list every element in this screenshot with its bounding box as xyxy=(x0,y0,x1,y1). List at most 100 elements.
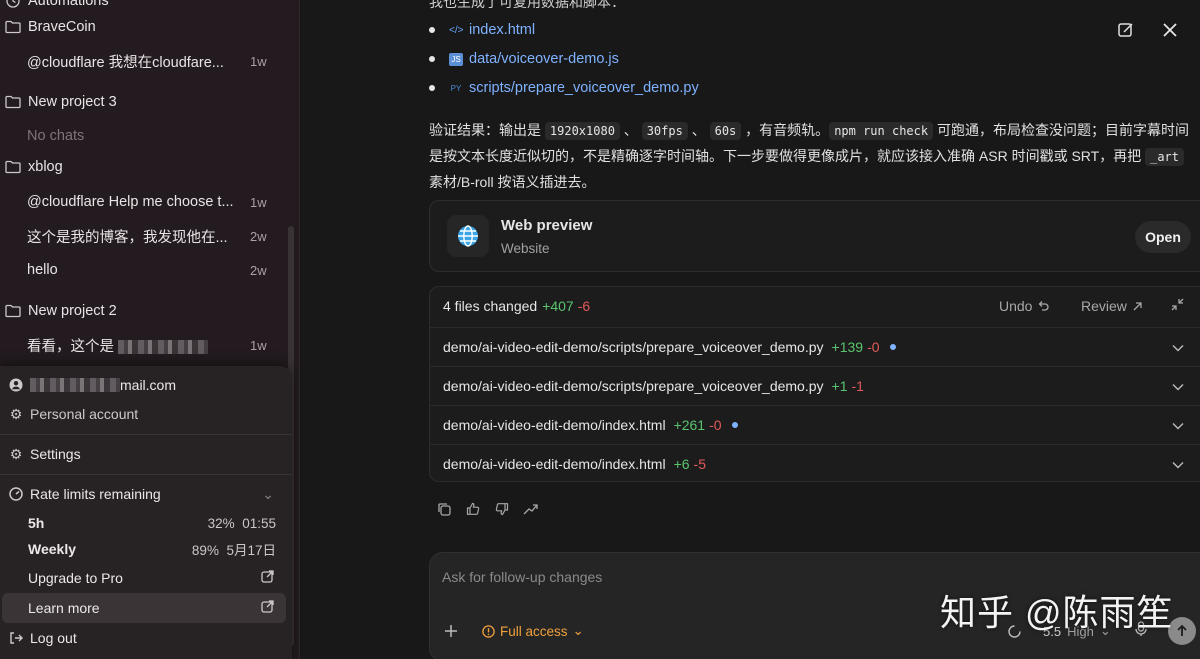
chat-title: 看看，这个是 xyxy=(27,335,237,356)
chevron-down-icon[interactable] xyxy=(1172,456,1184,472)
collapse-icon xyxy=(1171,298,1184,311)
clock-icon xyxy=(4,0,22,10)
changed-file-row[interactable]: demo/ai-video-edit-demo/index.html +6 -5 xyxy=(430,444,1200,481)
redacted-email xyxy=(30,378,120,392)
chat-title: @cloudflare 我想在cloudfare... xyxy=(27,54,224,71)
folder-icon xyxy=(4,302,22,320)
verification-paragraph: 验证结果：输出是 1920x1080 、 30fps 、 60s ，有音频轨。 n… xyxy=(429,122,1189,190)
sidebar-project[interactable]: New project 2 xyxy=(0,296,299,326)
code-resolution: 1920x1080 xyxy=(544,122,620,140)
sidebar-chat[interactable]: 这个是我的博客，我发现他在... 2w xyxy=(0,221,299,251)
bullet xyxy=(429,27,435,33)
upgrade-label: Upgrade to Pro xyxy=(28,570,123,586)
sidebar-chat[interactable]: 看看，这个是 1w xyxy=(0,330,299,360)
code-duration: 60s xyxy=(709,122,742,140)
upgrade-item[interactable]: Upgrade to Pro xyxy=(0,566,292,590)
sidebar-project[interactable]: xblog xyxy=(0,152,299,182)
chevron-down-icon: ⌄ xyxy=(262,485,274,502)
access-dropdown[interactable]: Full access ⌄ xyxy=(482,623,584,639)
undo-button[interactable]: Undo xyxy=(999,298,1050,314)
chevron-down-icon[interactable] xyxy=(1172,339,1184,355)
copy-button[interactable] xyxy=(435,500,452,517)
share-button[interactable] xyxy=(522,500,539,517)
external-link-icon xyxy=(261,570,274,586)
sidebar: Automations BraveCoin @cloudflare 我想在cloud… xyxy=(0,0,300,659)
project-name: New project 2 xyxy=(28,303,117,319)
arrow-up-icon xyxy=(1177,624,1187,636)
personal-account-item[interactable]: ⚙ Personal account xyxy=(0,402,292,426)
lines-removed: -5 xyxy=(693,455,706,472)
file-link[interactable]: data/voiceover-demo.js xyxy=(469,51,619,67)
file-link-item[interactable]: PY scripts/prepare_voiceover_demo.py xyxy=(429,80,699,96)
thumbs-down-button[interactable] xyxy=(493,500,510,517)
log-out-icon xyxy=(8,630,24,646)
thumbs-down-icon xyxy=(495,502,508,515)
account-email: mail.com xyxy=(120,377,177,393)
redacted-text xyxy=(118,339,208,354)
chevron-down-icon[interactable] xyxy=(1172,417,1184,433)
chat-age: 1w xyxy=(250,53,267,69)
file-path: demo/ai-video-edit-demo/scripts/prepare_… xyxy=(443,338,824,355)
divider xyxy=(0,474,292,475)
changed-file-row[interactable]: demo/ai-video-edit-demo/index.html +261 -0 xyxy=(430,405,1200,443)
rate-limits-item[interactable]: Rate limits remaining ⌄ xyxy=(0,482,292,506)
open-preview-button[interactable]: Open xyxy=(1135,221,1191,253)
new-chat-button[interactable] xyxy=(1112,16,1140,44)
lines-added: +261 xyxy=(673,416,706,433)
access-label: Full access xyxy=(500,623,568,639)
changed-file-row[interactable]: demo/ai-video-edit-demo/scripts/prepare_… xyxy=(430,366,1200,404)
account-menu: mail.com ⚙ Personal account ⚙ Settings R… xyxy=(0,366,292,659)
preview-subtitle: Website xyxy=(501,241,550,256)
chevron-down-icon[interactable] xyxy=(1172,378,1184,394)
empty-label: No chats xyxy=(27,128,85,144)
chat-age: 1w xyxy=(250,194,267,210)
unreviewed-dot xyxy=(889,343,896,350)
watermark: 知乎 @陈雨笙 xyxy=(940,592,1174,633)
rate-limit-5h: 5h 32% 01:55 xyxy=(0,512,292,534)
file-link-item[interactable]: JS data/voiceover-demo.js xyxy=(429,51,619,67)
chevron-down-icon: ⌄ xyxy=(572,623,584,638)
learn-more-label: Learn more xyxy=(28,600,100,616)
sidebar-chat[interactable]: hello 2w xyxy=(0,255,299,285)
chat-title: 这个是我的博客，我发现他在... xyxy=(27,229,228,246)
add-attachment-button[interactable] xyxy=(444,621,458,644)
lines-added: +6 xyxy=(673,455,690,472)
log-out-item[interactable]: Log out xyxy=(0,626,292,650)
warning-icon xyxy=(482,624,495,638)
changed-file-row[interactable]: demo/ai-video-edit-demo/scripts/prepare_… xyxy=(430,327,1200,365)
file-link[interactable]: index.html xyxy=(469,22,535,38)
lines-removed: -6 xyxy=(577,298,591,314)
collapse-button[interactable] xyxy=(1171,298,1184,314)
project-name: Automations xyxy=(28,0,109,9)
close-button[interactable] xyxy=(1156,16,1184,44)
sidebar-project[interactable]: New project 3 xyxy=(0,87,299,117)
personal-account-label: Personal account xyxy=(30,406,139,422)
message-actions xyxy=(435,500,539,517)
sidebar-chat[interactable]: @cloudflare Help me choose t... 1w xyxy=(0,187,299,217)
sidebar-chat[interactable]: @cloudflare 我想在cloudfare... 1w xyxy=(0,46,299,76)
sidebar-empty: No chats xyxy=(0,121,299,151)
rate-limits-label: Rate limits remaining xyxy=(30,486,161,502)
limit-name: Weekly xyxy=(28,541,76,557)
sidebar-project[interactable]: BraveCoin xyxy=(0,12,299,42)
bullet xyxy=(429,56,435,62)
project-name: BraveCoin xyxy=(28,19,96,35)
lines-added: +1 xyxy=(831,377,848,394)
web-preview-card[interactable]: Web preview Website Open xyxy=(429,200,1200,272)
file-link-item[interactable]: </> index.html xyxy=(429,22,535,38)
undo-icon xyxy=(1039,301,1050,311)
file-link[interactable]: scripts/prepare_voiceover_demo.py xyxy=(469,80,699,96)
learn-more-item[interactable]: Learn more xyxy=(0,596,292,620)
gauge-icon xyxy=(8,486,24,502)
share-icon xyxy=(523,503,538,514)
review-button[interactable]: Review xyxy=(1081,298,1143,314)
project-name: New project 3 xyxy=(28,94,117,110)
lines-removed: -0 xyxy=(867,338,880,355)
settings-item[interactable]: ⚙ Settings xyxy=(0,442,292,466)
files-changed-panel: 4 files changed +407 -6 Undo Review demo… xyxy=(429,286,1200,482)
thumbs-up-button[interactable] xyxy=(464,500,481,517)
bullet xyxy=(429,85,435,91)
edit-icon xyxy=(1118,23,1133,37)
thumbs-up-icon xyxy=(466,502,479,515)
rate-limit-weekly: Weekly 89% 5月17日 xyxy=(0,538,292,560)
